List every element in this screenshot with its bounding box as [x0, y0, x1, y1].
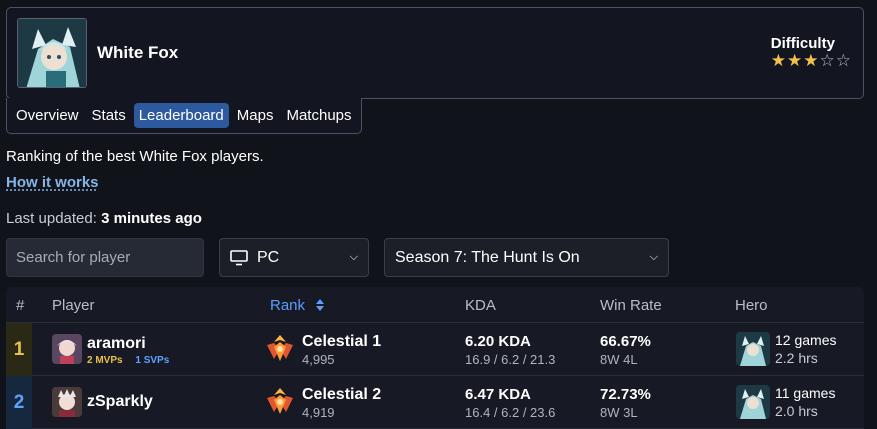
- season-value: Season 7: The Hunt Is On: [395, 248, 580, 266]
- kda-detail: 16.9 / 6.2 / 21.3: [465, 352, 556, 367]
- tab-matchups[interactable]: Matchups: [281, 103, 356, 128]
- tab-stats[interactable]: Stats: [87, 103, 131, 128]
- win-rate: 66.67%: [600, 333, 651, 350]
- leaderboard-table: # Player Rank KDA Win Rate Hero 1 aramor…: [6, 287, 864, 429]
- win-loss: 8W 4L: [600, 352, 638, 367]
- how-it-works-link[interactable]: How it works: [6, 174, 99, 191]
- hero-name: White Fox: [97, 43, 179, 62]
- last-updated: Last updated: 3 minutes ago: [6, 210, 202, 227]
- col-win-rate[interactable]: Win Rate: [600, 297, 662, 314]
- win-rate: 72.73%: [600, 386, 651, 403]
- col-player[interactable]: Player: [52, 297, 95, 314]
- difficulty-stars: ★ ★ ★ ☆ ☆: [771, 52, 851, 70]
- difficulty-label: Difficulty: [770, 35, 835, 52]
- hours-played: 2.2 hrs: [775, 350, 818, 366]
- player-name[interactable]: aramori: [87, 335, 146, 353]
- kda-detail: 16.4 / 6.2 / 23.6: [465, 405, 556, 420]
- player-avatar: [52, 334, 82, 364]
- hero-thumbnail: [736, 332, 770, 366]
- hero-card: White Fox Difficulty ★ ★ ★ ☆ ☆: [6, 7, 864, 99]
- season-select[interactable]: Season 7: The Hunt Is On ⌵: [384, 238, 669, 277]
- difficulty-rating: Difficulty ★ ★ ★ ☆ ☆: [771, 35, 851, 70]
- star-filled-icon: ★: [803, 51, 819, 70]
- hero-tabs: Overview Stats Leaderboard Maps Matchups: [6, 98, 362, 134]
- table-row[interactable]: 1 aramori 2 MVPs 1 SVPs Celestial 1 4,99…: [6, 323, 864, 376]
- celestial-rank-icon: [267, 335, 293, 361]
- row-position: 1: [6, 323, 32, 376]
- search-player-input[interactable]: [6, 238, 204, 277]
- chevron-down-icon: ⌵: [349, 251, 358, 263]
- last-updated-value: 3 minutes ago: [101, 210, 202, 227]
- monitor-icon: [230, 249, 248, 265]
- player-badges: 2 MVPs 1 SVPs: [87, 355, 169, 366]
- win-loss: 8W 3L: [600, 405, 638, 420]
- svp-count: 1 SVPs: [135, 355, 170, 366]
- col-rank-number: #: [16, 297, 25, 314]
- tab-overview[interactable]: Overview: [11, 103, 84, 128]
- star-filled-icon: ★: [770, 51, 786, 70]
- hours-played: 2.0 hrs: [775, 403, 818, 419]
- kda-value: 6.20 KDA: [465, 333, 531, 350]
- player-name[interactable]: zSparkly: [87, 393, 153, 411]
- row-position: 2: [6, 376, 32, 429]
- games-count: 11 games: [775, 385, 836, 401]
- last-updated-label: Last updated:: [6, 210, 97, 227]
- rank-name: Celestial 1: [302, 333, 382, 350]
- hero-portrait: [17, 18, 87, 88]
- star-empty-icon: ☆: [819, 51, 835, 70]
- col-kda[interactable]: KDA: [465, 297, 496, 314]
- sort-icon: [316, 299, 325, 311]
- table-header: # Player Rank KDA Win Rate Hero: [6, 287, 864, 323]
- platform-value: PC: [257, 248, 280, 266]
- tab-leaderboard[interactable]: Leaderboard: [133, 103, 229, 128]
- table-row[interactable]: 2 zSparkly Celestial 2 4,919 6.47 KDA 16…: [6, 376, 864, 429]
- mvp-count: 2 MVPs: [87, 355, 123, 366]
- col-rank-label: Rank: [270, 297, 306, 314]
- celestial-rank-icon: [267, 388, 293, 414]
- rank-name: Celestial 2: [302, 386, 382, 403]
- tab-maps[interactable]: Maps: [232, 103, 279, 128]
- games-count: 12 games: [775, 332, 837, 348]
- kda-value: 6.47 KDA: [465, 386, 531, 403]
- star-filled-icon: ★: [787, 51, 803, 70]
- hero-thumbnail: [736, 385, 770, 419]
- rank-score: 4,919: [302, 405, 335, 420]
- platform-select[interactable]: PC ⌵: [219, 238, 369, 277]
- player-avatar: [52, 387, 82, 417]
- chevron-down-icon: ⌵: [649, 251, 658, 263]
- leaderboard-description: Ranking of the best White Fox players.: [6, 148, 264, 165]
- col-rank[interactable]: Rank: [270, 297, 325, 314]
- star-empty-icon: ☆: [835, 51, 851, 70]
- col-hero[interactable]: Hero: [735, 297, 768, 314]
- rank-score: 4,995: [302, 352, 335, 367]
